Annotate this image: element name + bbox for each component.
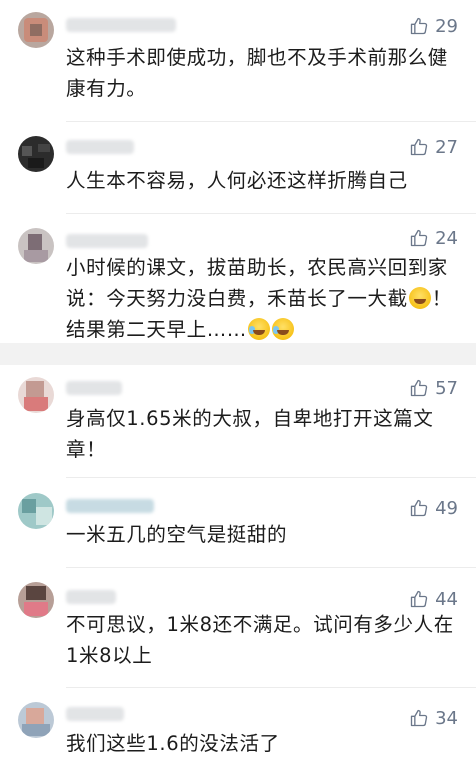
username-blurred[interactable]	[66, 590, 116, 604]
like-button[interactable]: 29	[409, 15, 458, 37]
like-button[interactable]: 27	[409, 136, 458, 158]
like-count: 24	[435, 227, 458, 249]
comment-text: 一米五几的空气是挺甜的	[66, 523, 288, 546]
like-count: 29	[435, 15, 458, 37]
comment-text: 小时候的课文，拔苗助长，农民高兴回到家说：今天努力没白费，禾苗长了一大截 ！结果第…	[66, 252, 454, 345]
comment-text: 我们这些1.6的没法活了	[66, 732, 280, 755]
comment-text: 人生本不容易，人何必还这样折腾自己	[66, 169, 408, 192]
like-button[interactable]: 57	[409, 377, 458, 399]
username-blurred[interactable]	[66, 381, 122, 395]
comment-text: 身高仅1.65米的大叔，自卑地打开这篇文章！	[66, 407, 434, 461]
avatar[interactable]	[18, 136, 54, 172]
comment-text-part: 小时候的课文，拔苗助长，农民高兴回到家说：今天努力没白费，禾苗长了一大截	[66, 256, 448, 310]
comment-item: 57 身高仅1.65米的大叔，自卑地打开这篇文章！	[0, 365, 476, 483]
grinning-emoji-icon	[408, 287, 431, 309]
like-button[interactable]: 24	[409, 227, 458, 249]
like-button[interactable]: 34	[409, 707, 458, 729]
thumbs-up-icon	[409, 228, 429, 248]
username-blurred[interactable]	[66, 18, 176, 32]
thumbs-up-icon	[409, 16, 429, 36]
comment-text: 这种手术即使成功，脚也不及手术前那么健康有力。	[66, 46, 448, 100]
comment-item: 27 人生本不容易，人何必还这样折腾自己	[0, 122, 476, 217]
like-count: 27	[435, 136, 458, 158]
like-button[interactable]: 44	[409, 588, 458, 610]
comment-item: 29 这种手术即使成功，脚也不及手术前那么健康有力。	[0, 0, 476, 118]
like-count: 34	[435, 707, 458, 729]
like-count: 44	[435, 588, 458, 610]
thumbs-up-icon	[409, 137, 429, 157]
thumbs-up-icon	[409, 498, 429, 518]
section-separator	[0, 343, 476, 365]
like-count: 57	[435, 377, 458, 399]
comment-item: 44 不可思议，1米8还不满足。试问有多少人在1米8以上	[0, 568, 476, 668]
laughing-crying-emoji-icon	[247, 318, 270, 340]
comment-panel-top: 29 这种手术即使成功，脚也不及手术前那么健康有力。 27 人生本不容易，人何必…	[0, 0, 476, 343]
laughing-crying-emoji-icon	[271, 318, 294, 340]
comment-panel-bottom: 57 身高仅1.65米的大叔，自卑地打开这篇文章！ 49 一米五几的空气是挺甜的	[0, 365, 476, 764]
username-blurred[interactable]	[66, 140, 134, 154]
comment-item: 49 一米五几的空气是挺甜的	[0, 478, 476, 573]
like-count: 49	[435, 497, 458, 519]
comment-item: 34 我们这些1.6的没法活了	[0, 688, 476, 764]
thumbs-up-icon	[409, 708, 429, 728]
avatar[interactable]	[18, 228, 54, 264]
avatar[interactable]	[18, 702, 54, 738]
comment-text: 不可思议，1米8还不满足。试问有多少人在1米8以上	[66, 613, 454, 667]
avatar[interactable]	[18, 377, 54, 413]
like-button[interactable]: 49	[409, 497, 458, 519]
comment-item: 24 小时候的课文，拔苗助长，农民高兴回到家说：今天努力没白费，禾苗长了一大截！…	[0, 214, 476, 343]
thumbs-up-icon	[409, 378, 429, 398]
username-blurred[interactable]	[66, 707, 124, 721]
avatar[interactable]	[18, 12, 54, 48]
username-blurred[interactable]	[66, 499, 154, 513]
avatar[interactable]	[18, 582, 54, 618]
thumbs-up-icon	[409, 589, 429, 609]
avatar[interactable]	[18, 493, 54, 529]
username-blurred[interactable]	[66, 234, 148, 248]
